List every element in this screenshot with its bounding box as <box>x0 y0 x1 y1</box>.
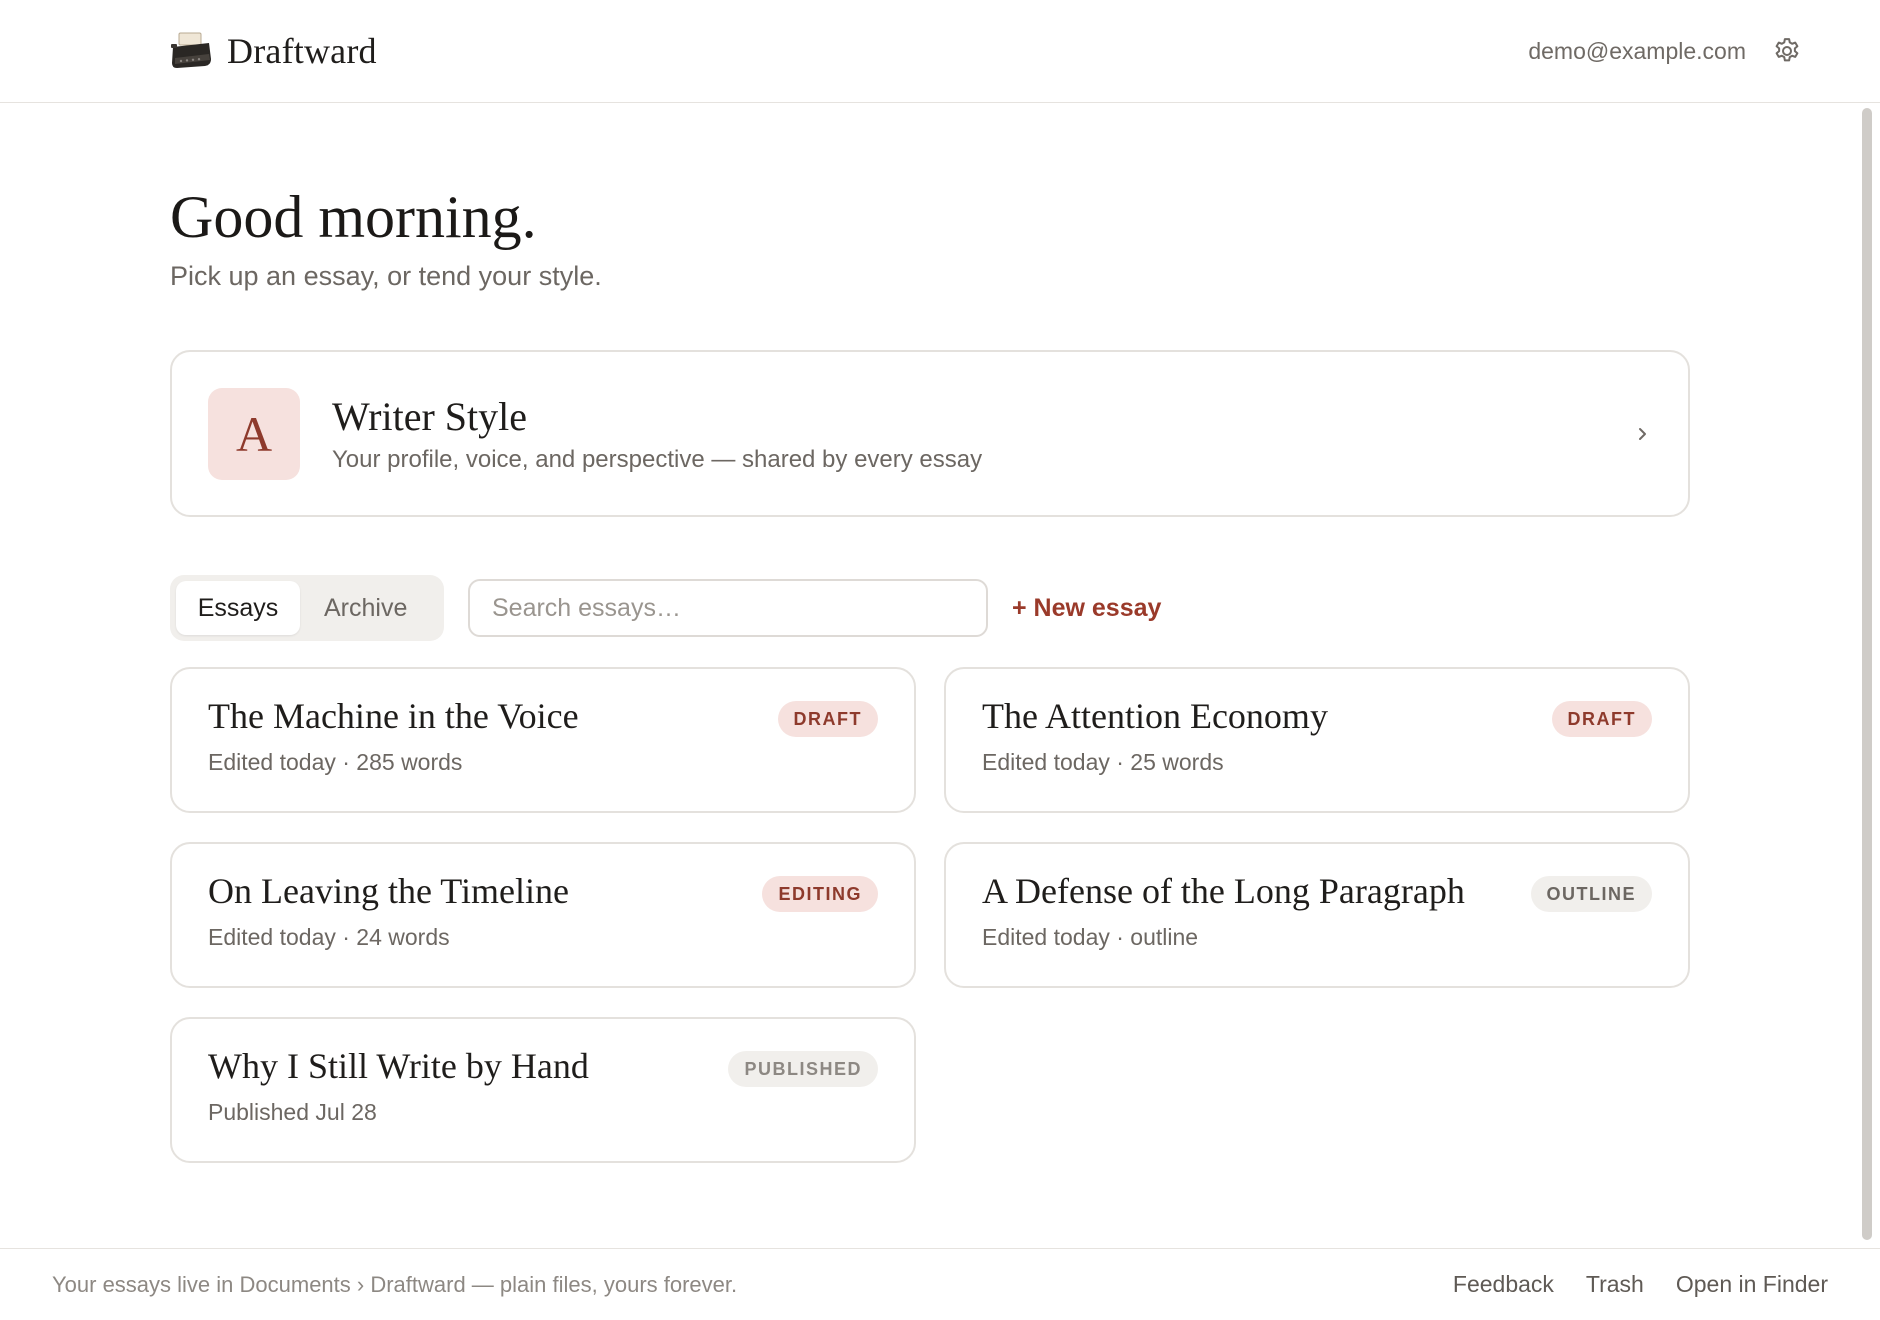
view-tabs: Essays Archive <box>170 575 444 641</box>
style-card-description: Your profile, voice, and perspective — s… <box>332 446 983 473</box>
tab-archive[interactable]: Archive <box>300 581 431 635</box>
page-subtitle: Pick up an essay, or tend your style. <box>170 261 602 291</box>
page-title: Good morning. <box>170 184 537 250</box>
status-badge: EDITING <box>762 876 878 912</box>
essay-card[interactable]: Why I Still Write by Hand Published Jul … <box>170 1017 916 1163</box>
essay-toolbar: Essays Archive + New essay <box>170 575 1161 641</box>
account-email: demo@example.com <box>1528 37 1746 64</box>
style-card-title: Writer Style <box>332 394 527 439</box>
storage-note: Your essays live in Documents › Draftwar… <box>52 1271 738 1297</box>
trash-link[interactable]: Trash <box>1586 1271 1644 1298</box>
essay-card[interactable]: A Defense of the Long Paragraph Edited t… <box>944 842 1690 988</box>
new-essay-button[interactable]: + New essay <box>1012 594 1161 623</box>
status-badge: OUTLINE <box>1530 876 1652 912</box>
essay-meta: Published Jul 28 <box>208 1099 377 1125</box>
essay-meta: Edited today · 285 words <box>208 749 463 775</box>
chevron-right-icon <box>1639 427 1646 440</box>
essay-meta: Edited today · 24 words <box>208 924 450 950</box>
brand[interactable]: Draftward <box>169 30 377 72</box>
status-badge: DRAFT <box>777 701 878 737</box>
essay-meta: Edited today · 25 words <box>982 749 1224 775</box>
feedback-link[interactable]: Feedback <box>1453 1271 1554 1298</box>
app-name: Draftward <box>227 31 377 71</box>
typewriter-icon <box>171 32 211 68</box>
open-in-finder-link[interactable]: Open in Finder <box>1676 1271 1828 1298</box>
footer-links: Feedback Trash Open in Finder <box>1453 1271 1828 1298</box>
style-avatar: A <box>208 387 300 480</box>
footer: Your essays live in Documents › Draftwar… <box>0 1248 1880 1320</box>
writer-style-card[interactable]: A Writer Style Your profile, voice, and … <box>170 350 1690 517</box>
account-area: demo@example.com <box>1528 36 1802 66</box>
top-bar: Draftward demo@example.com <box>0 0 1880 103</box>
scrollbar[interactable] <box>1862 108 1872 1240</box>
status-badge: PUBLISHED <box>728 1051 878 1087</box>
essay-card[interactable]: On Leaving the Timeline Edited today · 2… <box>170 842 916 988</box>
style-text: Writer Style Your profile, voice, and pe… <box>332 393 1632 474</box>
essay-card[interactable]: The Attention Economy Edited today · 25 … <box>944 667 1690 813</box>
tab-essays[interactable]: Essays <box>176 581 300 635</box>
gear-icon[interactable] <box>1772 36 1802 66</box>
essay-meta: Edited today · outline <box>982 924 1199 950</box>
search-input[interactable] <box>468 579 988 637</box>
essay-card[interactable]: The Machine in the Voice Edited today · … <box>170 667 916 813</box>
status-badge: DRAFT <box>1551 701 1652 737</box>
